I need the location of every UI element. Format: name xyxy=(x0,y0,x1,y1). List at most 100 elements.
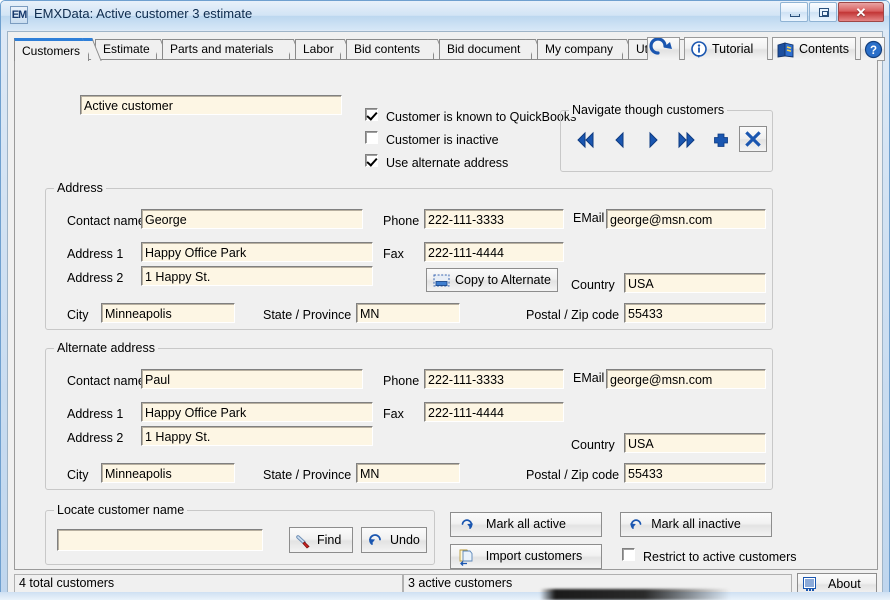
locate-search-input[interactable] xyxy=(57,529,263,551)
refresh-button[interactable] xyxy=(647,37,680,61)
address-fax-field[interactable]: 222-111-4444 xyxy=(424,242,564,262)
checkbox-restrict-to-active[interactable] xyxy=(622,548,635,561)
tab-estimate[interactable]: Estimate xyxy=(95,39,170,60)
help-button[interactable]: ? xyxy=(860,37,885,61)
alt-address1-field[interactable]: Happy Office Park xyxy=(141,402,373,422)
alt-country-label: Country xyxy=(571,438,615,452)
alt-fax-label: Fax xyxy=(383,407,404,421)
application-window: EM EMXData: Active customer 3 estimate ✕… xyxy=(0,0,890,597)
alternate-address-group-title: Alternate address xyxy=(54,341,158,355)
alt-address2-field[interactable]: 1 Happy St. xyxy=(141,426,373,446)
address-state-field[interactable]: MN xyxy=(356,303,460,323)
alt-phone-field[interactable]: 222-111-3333 xyxy=(424,369,564,389)
address-contact-name-field[interactable]: George xyxy=(141,209,363,229)
address-contact-name-label: Contact name xyxy=(67,214,145,228)
book-icon xyxy=(777,42,794,58)
address-city-field[interactable]: Minneapolis xyxy=(101,303,235,323)
customer-name-field[interactable]: Active customer xyxy=(80,95,342,115)
address-email-label: EMail xyxy=(573,211,605,225)
tab-label: Bid contents xyxy=(354,42,421,56)
tab-label: Bid document xyxy=(447,42,521,56)
locate-customer-group: Locate customer name Find Undo xyxy=(45,503,435,565)
tab-bid-contents[interactable]: Bid contents xyxy=(346,39,447,60)
nav-delete-button[interactable] xyxy=(739,126,767,152)
alt-address1-label: Address 1 xyxy=(67,407,124,421)
address-phone-field[interactable]: 222-111-3333 xyxy=(424,209,564,229)
undo-button[interactable]: Undo xyxy=(361,527,427,553)
double-arrow-right-icon xyxy=(678,131,695,149)
nav-last-button[interactable] xyxy=(673,129,699,151)
address-state-label: State / Province xyxy=(263,308,352,322)
address-address1-label: Address 1 xyxy=(67,247,124,261)
checkbox-use-alternate-address[interactable] xyxy=(365,154,378,167)
label-known-to-quickbooks: Customer is known to QuickBooks xyxy=(386,110,577,124)
alt-postal-field[interactable]: 55433 xyxy=(624,463,766,483)
flashlight-search-icon xyxy=(296,535,310,549)
tab-my-company[interactable]: My company xyxy=(537,39,636,60)
address-country-field[interactable]: USA xyxy=(624,273,766,293)
mark-all-active-button[interactable]: Mark all active xyxy=(450,512,602,537)
alt-city-label: City xyxy=(67,468,89,482)
label-restrict-to-active: Restrict to active customers xyxy=(643,550,797,564)
nav-first-button[interactable] xyxy=(573,129,599,151)
address-city-label: City xyxy=(67,308,89,322)
alt-postal-label: Postal / Zip code xyxy=(526,468,620,482)
double-arrow-left-icon xyxy=(577,131,594,149)
mark-all-inactive-button[interactable]: Mark all inactive xyxy=(620,512,772,537)
tab-parts-and-materials[interactable]: Parts and materials xyxy=(162,39,303,60)
x-cross-icon xyxy=(745,131,761,147)
label-use-alternate-address: Use alternate address xyxy=(386,156,509,170)
address-postal-field[interactable]: 55433 xyxy=(624,303,766,323)
nav-add-button[interactable] xyxy=(708,129,734,151)
address-address2-label: Address 2 xyxy=(67,271,124,285)
locate-group-title: Locate customer name xyxy=(54,503,188,517)
tab-labor[interactable]: Labor xyxy=(295,39,354,60)
contents-button[interactable]: Contents xyxy=(772,37,856,61)
address-email-field[interactable]: george@msn.com xyxy=(606,209,766,229)
alt-fax-field[interactable]: 222-111-4444 xyxy=(424,402,564,422)
address-address2-field[interactable]: 1 Happy St. xyxy=(141,266,373,286)
checkbox-customer-inactive[interactable] xyxy=(365,131,378,144)
alt-state-field[interactable]: MN xyxy=(356,463,460,483)
alt-city-field[interactable]: Minneapolis xyxy=(101,463,235,483)
mark-all-inactive-label: Mark all inactive xyxy=(651,517,741,531)
alt-email-label: EMail xyxy=(573,371,605,385)
tab-label: Labor xyxy=(303,42,334,56)
maximize-icon xyxy=(819,8,829,17)
tab-label: Customers xyxy=(22,44,81,58)
import-customers-button[interactable]: Import customers xyxy=(450,544,602,569)
close-icon: ✕ xyxy=(855,5,867,20)
copy-to-alternate-button[interactable]: Copy to Alternate xyxy=(426,268,558,292)
contents-label: Contents xyxy=(799,42,850,56)
find-button[interactable]: Find xyxy=(289,527,353,553)
alt-country-field[interactable]: USA xyxy=(624,433,766,453)
minimize-button[interactable] xyxy=(780,2,808,22)
address-country-label: Country xyxy=(571,278,615,292)
alt-contact-name-field[interactable]: Paul xyxy=(141,369,363,389)
nav-previous-button[interactable] xyxy=(607,129,633,151)
question-mark-icon: ? xyxy=(864,40,883,59)
title-bar: EM EMXData: Active customer 3 estimate ✕ xyxy=(1,1,889,30)
tab-bid-document[interactable]: Bid document xyxy=(439,39,545,60)
alt-email-field[interactable]: george@msn.com xyxy=(606,369,766,389)
nav-next-button[interactable] xyxy=(640,129,666,151)
svg-text:?: ? xyxy=(870,45,877,57)
minimize-icon xyxy=(790,14,800,17)
customers-panel: Active customer Customer is known to Qui… xyxy=(14,60,878,570)
checkbox-known-to-quickbooks[interactable] xyxy=(365,108,378,121)
find-label: Find xyxy=(317,533,342,547)
address-postal-label: Postal / Zip code xyxy=(526,308,620,322)
address-address1-field[interactable]: Happy Office Park xyxy=(141,242,373,262)
plus-icon xyxy=(714,133,728,147)
tutorial-label: Tutorial xyxy=(712,42,754,56)
info-icon xyxy=(691,41,707,58)
close-button[interactable]: ✕ xyxy=(838,2,884,22)
alt-state-label: State / Province xyxy=(263,468,352,482)
tab-customers[interactable]: Customers xyxy=(14,38,102,61)
tutorial-button[interactable]: Tutorial xyxy=(684,37,768,61)
alt-phone-label: Phone xyxy=(383,374,420,388)
maximize-button[interactable] xyxy=(809,2,837,22)
alternate-address-group: Alternate address Contact name Paul Addr… xyxy=(45,341,773,490)
app-icon-text: EM xyxy=(11,9,27,21)
label-customer-inactive: Customer is inactive xyxy=(386,133,499,147)
